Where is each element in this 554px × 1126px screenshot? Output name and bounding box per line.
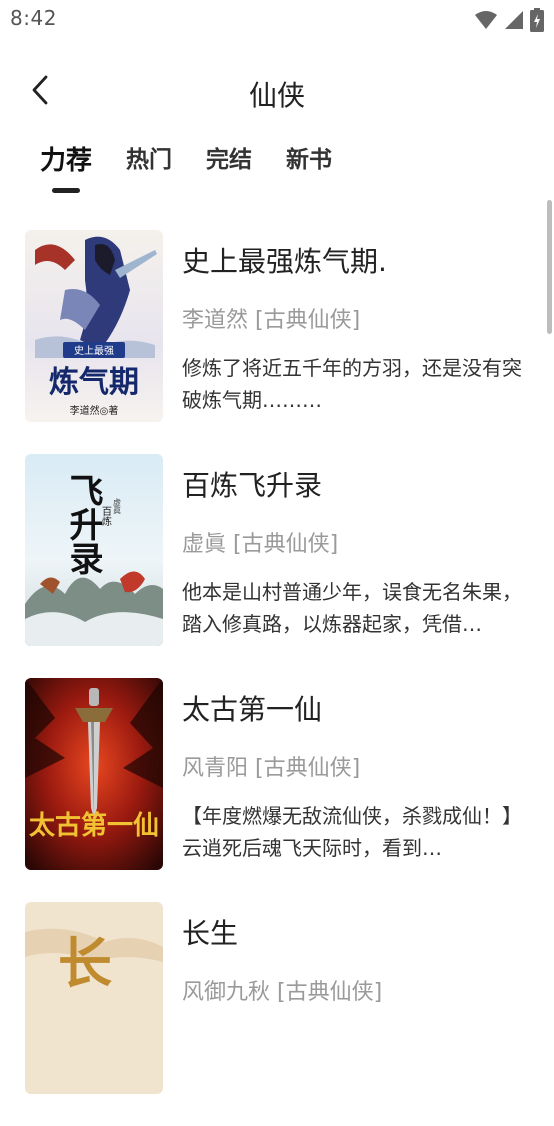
active-tab-indicator <box>52 188 80 193</box>
book-item[interactable]: 飞升录 百炼 虚眞 百炼飞升录 虚眞 [古典仙侠] 他本是山村普通少年，误食无名… <box>0 454 554 678</box>
book-cover: 长 <box>25 902 163 1094</box>
scrollbar[interactable] <box>547 200 552 334</box>
tab-label: 完结 <box>206 147 253 173</box>
page-title: 仙侠 <box>248 79 305 112</box>
tab-new-books[interactable]: 新书 <box>286 140 332 191</box>
book-item[interactable]: 史上最强 炼气期 李道然◎著 史上最强炼气期. 李道然 [古典仙侠] 修炼了将近… <box>0 230 554 454</box>
book-cover: 飞升录 百炼 虚眞 <box>25 454 163 646</box>
tab-label: 热门 <box>126 147 173 173</box>
cover-author: 李道然◎著 <box>70 404 119 417</box>
battery-charging-icon <box>530 8 544 32</box>
cover-title: 飞升录 <box>63 473 103 575</box>
cover-subtitle: 史上最强 <box>74 345 114 357</box>
tab-bar: 力荐 热门 完结 新书 <box>40 140 332 193</box>
book-cover: 史上最强 炼气期 李道然◎著 <box>25 230 163 422</box>
book-meta: 风青阳 [古典仙侠] <box>182 756 361 781</box>
cover-title: 长 <box>58 931 112 995</box>
book-title: 太古第一仙 <box>182 693 323 726</box>
cover-author: 虚眞 <box>113 497 122 515</box>
cover-subtitle: 百炼 <box>100 506 112 527</box>
book-title: 百炼飞升录 <box>182 469 323 502</box>
book-title: 史上最强炼气期. <box>182 245 387 278</box>
tab-popular[interactable]: 热门 <box>126 140 172 191</box>
book-item[interactable]: 太古第一仙 太古第一仙 风青阳 [古典仙侠] 【年度燃爆无敌流仙侠，杀戮成仙！】… <box>0 678 554 902</box>
book-cover: 太古第一仙 <box>25 678 163 870</box>
cover-title: 太古第一仙 <box>29 810 159 841</box>
status-time: 8:42 <box>10 6 57 30</box>
tab-label: 新书 <box>286 147 333 173</box>
book-meta: 虚眞 [古典仙侠] <box>182 532 339 557</box>
status-bar: 8:42 <box>0 0 554 40</box>
book-description: 他本是山村普通少年，误食无名朱果，踏入修真路，以炼器起家，凭借… <box>182 580 522 636</box>
book-item[interactable]: 长 长生 风御九秋 [古典仙侠] <box>0 902 554 1126</box>
book-title: 长生 <box>182 917 239 950</box>
book-list: 史上最强 炼气期 李道然◎著 史上最强炼气期. 李道然 [古典仙侠] 修炼了将近… <box>0 230 554 1126</box>
header: 仙侠 <box>0 62 554 122</box>
wifi-icon <box>474 10 498 30</box>
tab-label: 力荐 <box>40 146 93 176</box>
cover-title: 炼气期 <box>49 365 139 400</box>
book-meta: 李道然 [古典仙侠] <box>182 308 361 333</box>
tab-recommended[interactable]: 力荐 <box>40 140 93 193</box>
book-meta: 风御九秋 [古典仙侠] <box>182 980 383 1005</box>
tab-completed[interactable]: 完结 <box>206 140 252 191</box>
cellular-signal-icon <box>504 10 524 30</box>
book-description: 【年度燃爆无敌流仙侠，杀戮成仙！】云逍死后魂飞天际时，看到… <box>182 804 522 860</box>
status-icons <box>474 8 544 32</box>
book-description: 修炼了将近五千年的方羽，还是没有突破炼气期……… <box>182 356 522 412</box>
